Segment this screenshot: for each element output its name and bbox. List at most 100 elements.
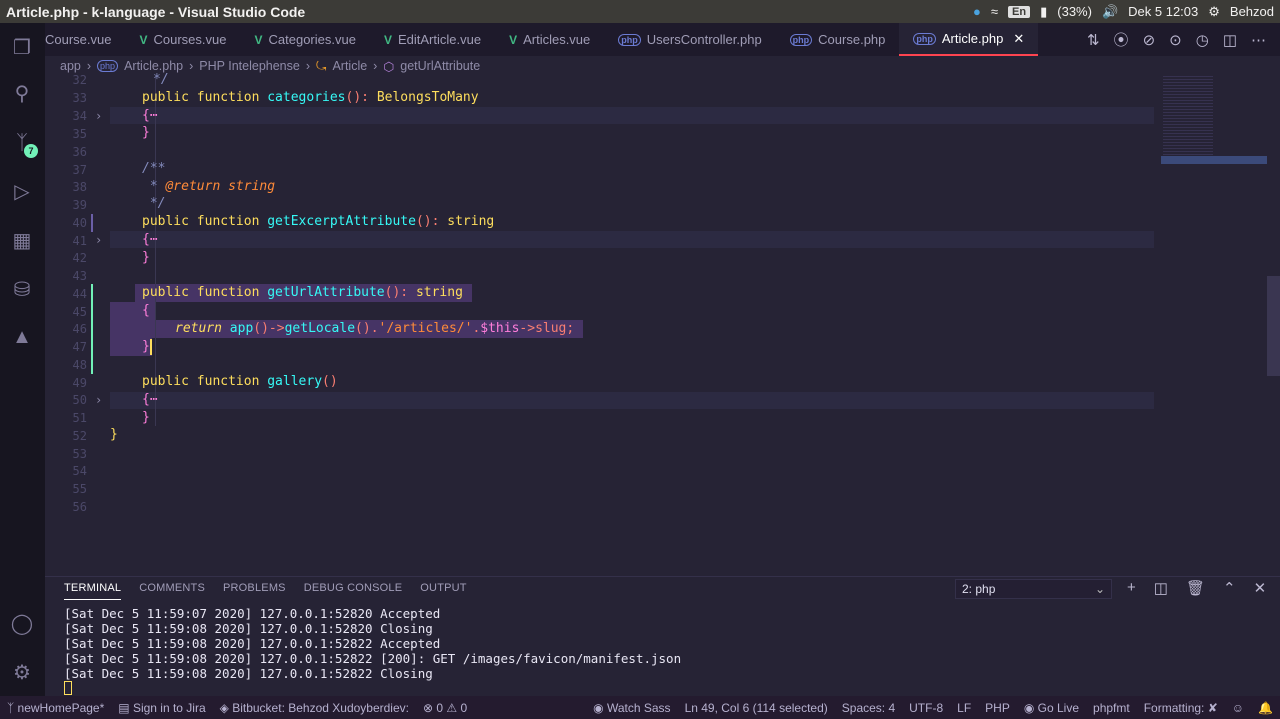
fold-chevron-icon[interactable]: › [95, 393, 102, 407]
phpfmt-status[interactable]: phpfmt [1086, 701, 1137, 715]
terminal-cursor [64, 681, 72, 695]
code-token: (). [355, 321, 379, 336]
panel-tab-output[interactable]: OUTPUT [420, 582, 466, 600]
php-icon: php [789, 33, 813, 46]
browser-icon[interactable]: ● [973, 4, 981, 19]
encoding-status[interactable]: UTF-8 [902, 701, 950, 715]
cursor-position[interactable]: Ln 49, Col 6 (114 selected) [678, 701, 835, 715]
problems-status[interactable]: ⊗ 0 ⚠ 0 [416, 701, 474, 715]
terminal-select[interactable]: 2: php ⌄ [955, 579, 1112, 599]
line-number: 38 [72, 180, 87, 194]
breadcrumb-app[interactable]: app [60, 59, 81, 73]
panel-tab-comments[interactable]: COMMENTS [139, 582, 205, 600]
battery-icon[interactable]: ▮ [1040, 4, 1047, 20]
branch-status[interactable]: ᛉ newHomePage* [0, 701, 111, 715]
close-panel-icon[interactable]: ✕ [1254, 579, 1267, 597]
eol-status[interactable]: LF [950, 701, 978, 715]
terminal-output[interactable]: [Sat Dec 5 11:59:07 2020] 127.0.0.1:5282… [64, 606, 681, 698]
code-line: } [142, 338, 152, 356]
formatting-status[interactable]: Formatting: ✘ [1137, 701, 1225, 715]
code-token: public function [142, 90, 268, 105]
code-line: public function categories(): BelongsToM… [142, 89, 479, 107]
tab-label: Article.php [941, 31, 1004, 46]
code-token: BelongsToMany [376, 90, 479, 105]
vue-icon: V [139, 32, 148, 47]
watch-sass-status[interactable]: ◉ Watch Sass [586, 701, 677, 715]
status-bar: ᛉ newHomePage* ▤ Sign in to Jira ◈ Bitbu… [0, 696, 1280, 719]
tab-article-php[interactable]: php Article.php ✕ [899, 23, 1039, 56]
source-control-icon[interactable]: ᛉ7 [10, 131, 38, 158]
panel-tab-problems[interactable]: PROBLEMS [223, 582, 286, 600]
tab-label: Course.php [818, 32, 886, 47]
folded-line-highlight [110, 231, 1154, 248]
gear-icon[interactable]: ⚙ [1208, 4, 1220, 20]
terminal-line: [Sat Dec 5 11:59:08 2020] 127.0.0.1:5282… [64, 621, 433, 636]
jira-label: Sign in to Jira [132, 700, 206, 715]
notifications-icon[interactable]: 🔔 [1251, 701, 1280, 715]
fold-chevron-icon[interactable]: › [95, 109, 102, 123]
tab-courses-vue[interactable]: V Courses.vue [125, 23, 240, 56]
split-terminal-icon[interactable]: ◫ [1154, 579, 1168, 597]
breadcrumb-class[interactable]: Article [332, 59, 367, 73]
previous-change-icon[interactable]: ⊘ [1143, 31, 1156, 49]
line-number: 55 [72, 482, 87, 496]
breadcrumb-namespace[interactable]: PHP Intelephense [199, 59, 300, 73]
language-mode[interactable]: PHP [978, 701, 1017, 715]
tab-editarticle-vue[interactable]: V EditArticle.vue [370, 23, 495, 56]
go-live-button[interactable]: ◉ Go Live [1017, 701, 1086, 715]
explorer-icon[interactable]: ❐ [10, 35, 34, 59]
code-token: () [322, 374, 338, 389]
folded-line-highlight [110, 392, 1154, 409]
close-icon[interactable]: ✕ [1013, 31, 1024, 47]
clock[interactable]: Dek 5 12:03 [1128, 4, 1198, 19]
extensions-icon[interactable]: ▦ [10, 228, 34, 252]
panel-tab-debug-console[interactable]: DEBUG CONSOLE [304, 582, 403, 600]
more-actions-icon[interactable]: ⋯ [1251, 31, 1266, 49]
broadcast-icon: ◉ [1023, 700, 1038, 715]
run-debug-icon[interactable]: ▷ [10, 179, 34, 203]
chevron-right-icon: › [373, 59, 378, 73]
volume-icon[interactable]: 🔊 [1102, 4, 1118, 20]
remote-icon[interactable]: ▲ [10, 325, 34, 349]
keyboard-layout[interactable]: En [1008, 5, 1031, 18]
bitbucket-status[interactable]: ◈ Bitbucket: Behzod Xudoyberdiev: [213, 701, 416, 715]
tab-course-vue[interactable]: Course.vue [45, 23, 125, 56]
terminal-line: [Sat Dec 5 11:59:08 2020] 127.0.0.1:5282… [64, 651, 682, 666]
feedback-icon[interactable]: ☺ [1225, 701, 1251, 715]
line-number: 42 [72, 251, 87, 265]
git-commit-icon[interactable]: ⦿ [1114, 29, 1129, 50]
open-changes-icon[interactable]: ◷ [1196, 31, 1209, 49]
line-number: 52 [72, 429, 87, 443]
tab-articles-vue[interactable]: V Articles.vue [495, 23, 604, 56]
vertical-scrollbar[interactable] [1267, 276, 1280, 376]
tab-categories-vue[interactable]: V Categories.vue [240, 23, 369, 56]
panel-tab-terminal[interactable]: TERMINAL [64, 582, 122, 600]
search-icon[interactable]: ⚲ [10, 81, 34, 105]
account-icon[interactable]: ◯ [10, 611, 34, 635]
database-icon[interactable]: ⛁ [10, 277, 34, 301]
fold-chevron-icon[interactable]: › [95, 233, 102, 247]
compare-icon[interactable]: ⇅ [1087, 31, 1100, 49]
new-terminal-icon[interactable]: + [1127, 579, 1136, 597]
jira-status[interactable]: ▤ Sign in to Jira [111, 701, 212, 715]
breadcrumb-method[interactable]: getUrlAttribute [400, 59, 480, 73]
trash-icon[interactable]: 🗑 [1186, 579, 1205, 597]
battery-percent[interactable]: (33%) [1057, 4, 1092, 19]
code-line: { [142, 303, 150, 318]
user-name[interactable]: Behzod [1230, 4, 1274, 19]
vue-icon: V [254, 32, 263, 47]
tab-userscontroller-php[interactable]: php UsersController.php [604, 23, 775, 56]
code-editor[interactable]: 32 33 34 35 36 37 38 39 40 41 42 43 44 4… [45, 72, 1280, 576]
next-change-icon[interactable]: ⊙ [1169, 31, 1182, 49]
bitbucket-icon: ◈ [219, 700, 233, 715]
maximize-panel-icon[interactable]: ⌃ [1223, 579, 1236, 597]
split-editor-icon[interactable]: ◫ [1223, 31, 1237, 49]
php-icon: php [97, 60, 119, 72]
code-line: public function gallery() [142, 373, 338, 391]
line-number: 35 [72, 127, 87, 141]
tab-course-php[interactable]: php Course.php [776, 23, 900, 56]
minimap[interactable] [1157, 76, 1267, 196]
indentation-status[interactable]: Spaces: 4 [835, 701, 902, 715]
wifi-icon[interactable]: ≈ [991, 4, 998, 19]
settings-gear-icon[interactable]: ⚙ [10, 660, 34, 684]
